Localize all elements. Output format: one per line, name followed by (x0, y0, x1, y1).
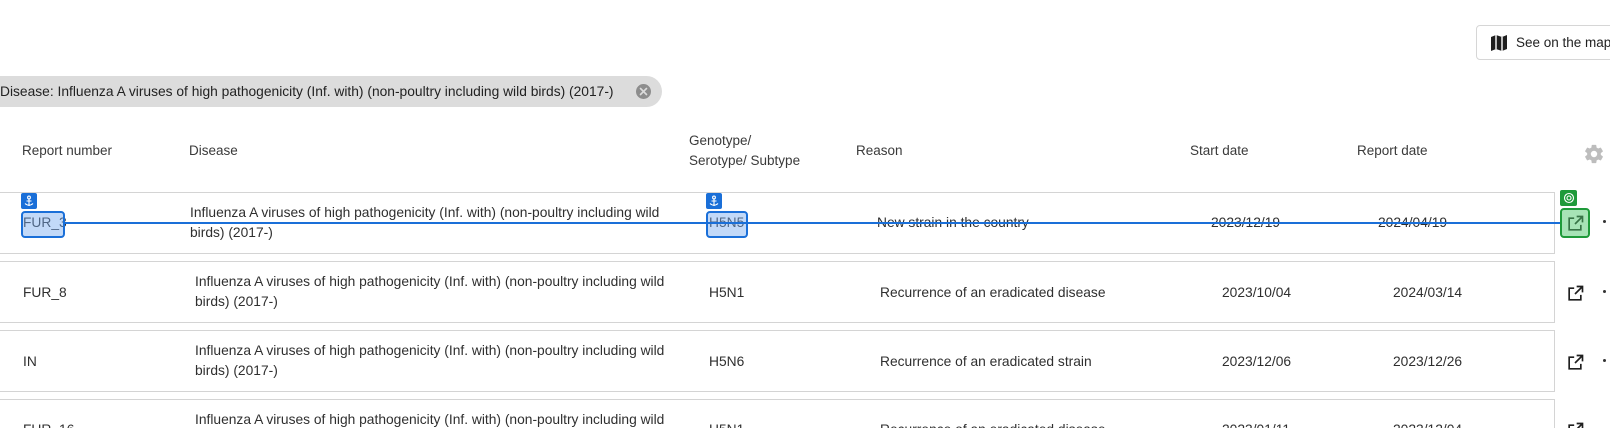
header-disease[interactable]: Disease (189, 141, 238, 161)
row-reason: Recurrence of an eradicated disease (880, 285, 1106, 300)
open-external-icon[interactable] (1564, 283, 1586, 305)
row-more-icon[interactable] (1603, 290, 1609, 296)
disease-filter-chip[interactable]: Disease: Influenza A viruses of high pat… (0, 76, 662, 107)
gear-icon[interactable] (1583, 143, 1605, 165)
row-disease-line1: Influenza A viruses of high pathogenicit… (190, 205, 660, 220)
row-report-number[interactable]: FUR_8 (23, 283, 67, 303)
row-report-date: 2023/12/04 (1393, 420, 1462, 428)
header-genotype[interactable]: Genotype/ Serotype/ Subtype (689, 131, 800, 171)
row-report-number[interactable]: IN (23, 352, 37, 372)
header-report-date[interactable]: Report date (1357, 141, 1428, 161)
row-report-number[interactable]: FUR_16 (23, 420, 74, 428)
row-report-date: 2023/12/26 (1393, 354, 1463, 369)
row-report-date: 2024/03/14 (1393, 285, 1463, 300)
target-highlight-box (1560, 208, 1590, 238)
row-disease-line1: Influenza A viruses of high pathogenicit… (195, 343, 665, 358)
row-start-date: 2023/10/04 (1222, 285, 1292, 300)
header-start-date[interactable]: Start date (1190, 141, 1249, 161)
filter-chip-label: Disease: Influenza A viruses of high pat… (0, 84, 614, 99)
see-on-map-label: See on the map (1516, 35, 1610, 50)
row-disease-line2: birds) (2017-) (195, 294, 278, 309)
row-reason: Recurrence of an eradicated strain (880, 354, 1092, 369)
row-more-icon[interactable] (1603, 359, 1609, 365)
anchor-icon (21, 193, 37, 209)
open-external-icon[interactable] (1564, 352, 1586, 374)
target-icon (1560, 190, 1577, 206)
anchor-highlight-box (21, 211, 65, 238)
header-genotype-line2: Serotype/ Subtype (689, 153, 801, 168)
row-genotype: H5N1 (709, 420, 744, 428)
row-start-date: 2023/12/06 (1222, 354, 1292, 369)
row-more-icon[interactable] (1603, 220, 1609, 226)
see-on-map-button[interactable]: See on the map (1476, 25, 1610, 60)
row-disease: Influenza A viruses of high pathogenicit… (195, 412, 665, 427)
row-reason: Recurrence of an eradicated disease (880, 420, 1106, 428)
header-reason[interactable]: Reason (856, 141, 903, 161)
row-genotype: H5N1 (709, 285, 745, 300)
anchor-icon (706, 193, 722, 209)
row-disease: Influenza A viruses of high pathogenicit… (195, 272, 664, 312)
row-disease-line1: Influenza A viruses of high pathogenicit… (195, 274, 665, 289)
anchor-link-line (65, 222, 1560, 224)
open-external-icon[interactable] (1564, 420, 1586, 428)
header-genotype-line1: Genotype/ (689, 133, 752, 148)
row-start-date: 2023/01/11 (1222, 420, 1290, 428)
row-genotype: H5N6 (709, 354, 745, 369)
close-circle-icon[interactable] (636, 84, 651, 99)
row-disease-line2: birds) (2017-) (190, 225, 273, 240)
anchor-highlight-box (706, 211, 748, 238)
header-report-number[interactable]: Report number (22, 141, 112, 161)
row-disease: Influenza A viruses of high pathogenicit… (195, 341, 664, 381)
map-icon (1490, 34, 1508, 52)
row-disease-line2: birds) (2017-) (195, 363, 278, 378)
